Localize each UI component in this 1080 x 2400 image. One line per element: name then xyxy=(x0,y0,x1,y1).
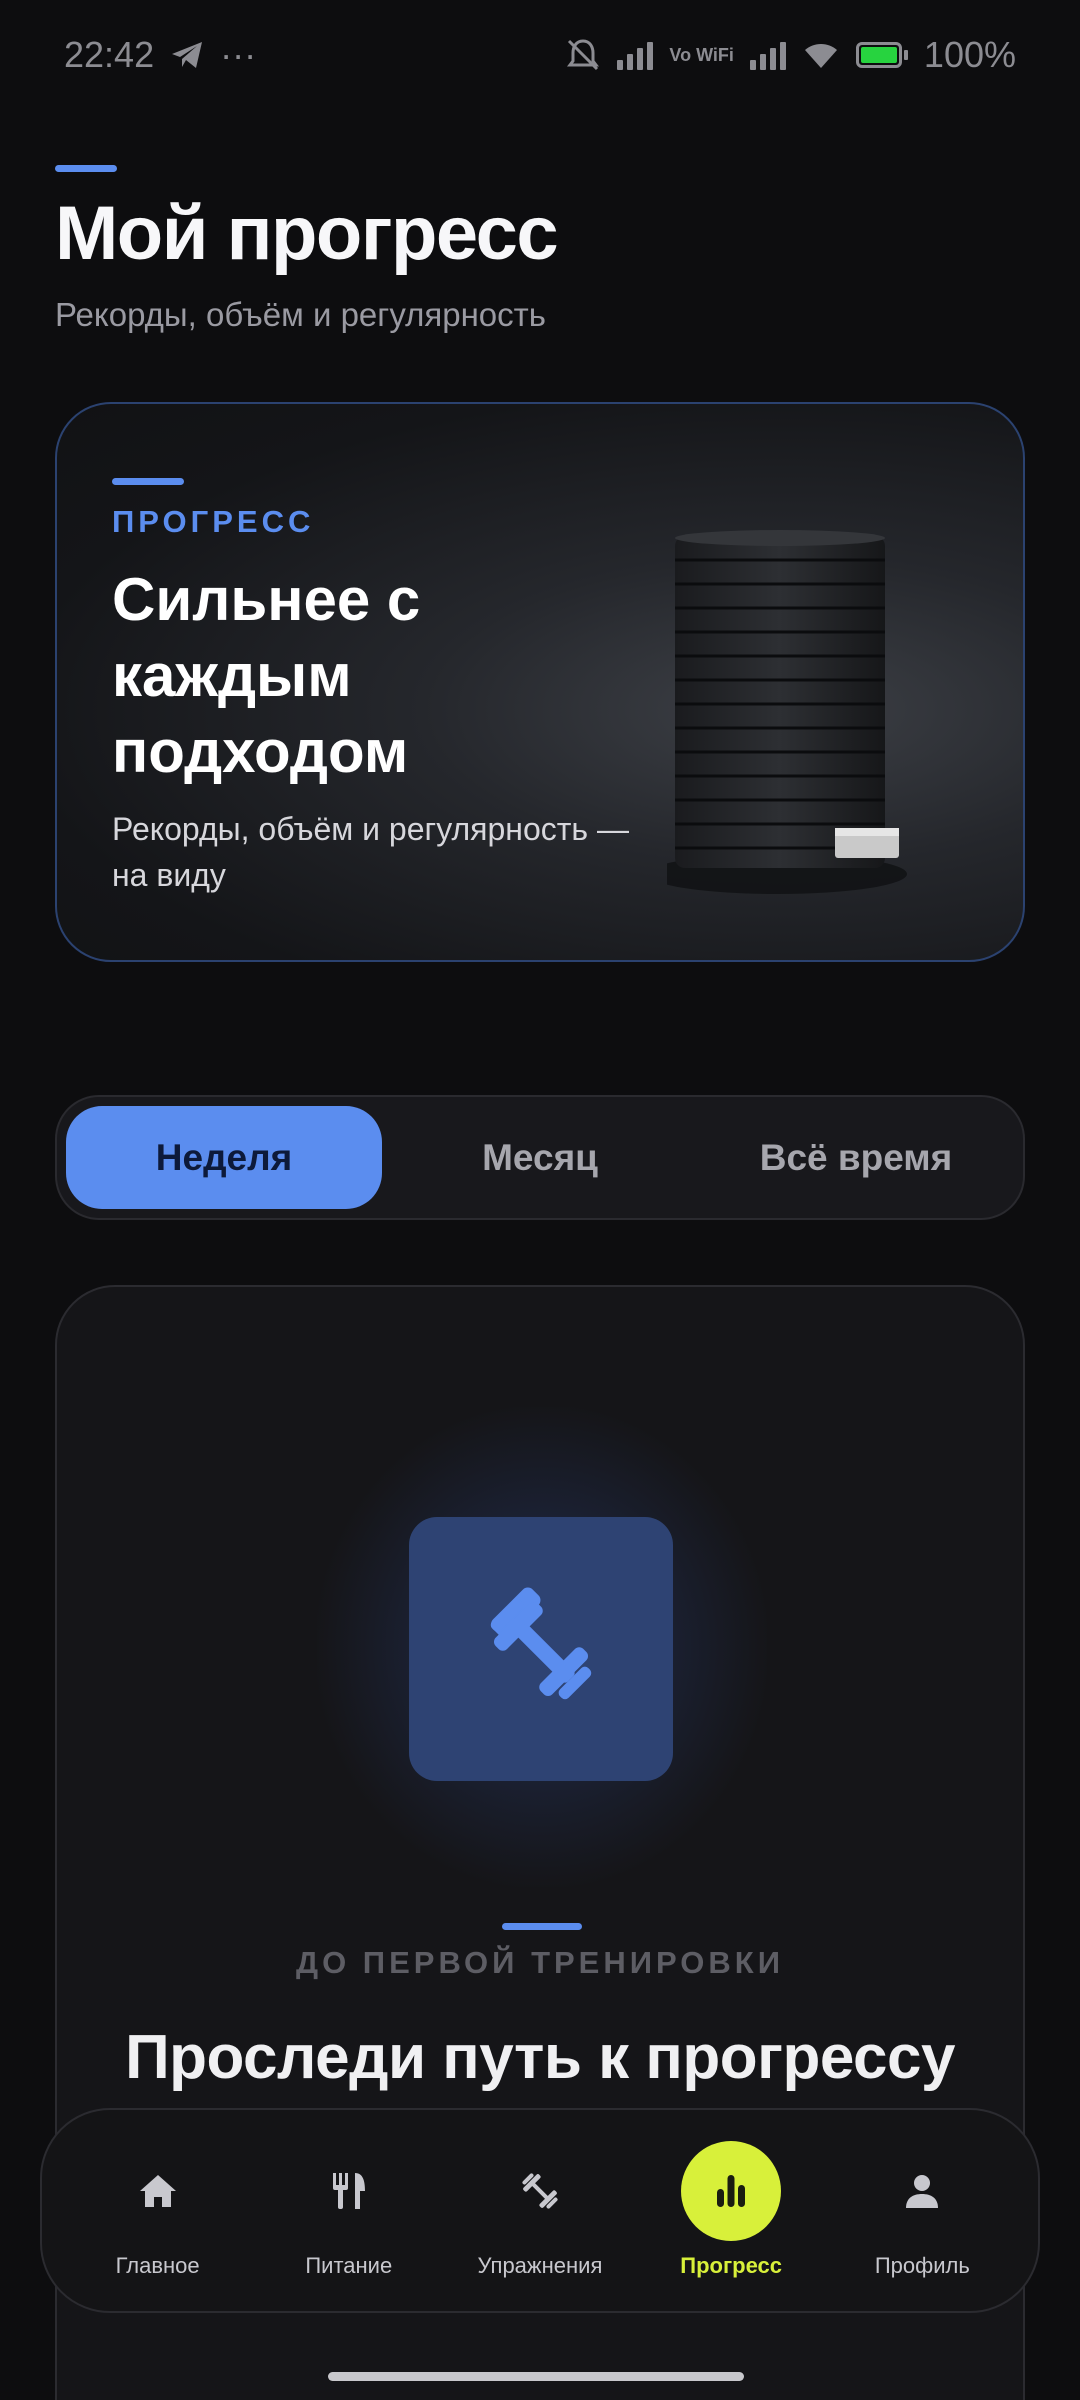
notification-dots: ··· xyxy=(220,34,257,75)
bottom-navigation: Главное Питание Упражнения Прогресс Проф… xyxy=(40,2108,1040,2313)
status-right: Vo WiFi 100% xyxy=(565,34,1016,76)
home-indicator[interactable] xyxy=(328,2372,744,2381)
battery-percent: 100% xyxy=(923,34,1016,75)
page-subtitle: Рекорды, объём и регулярность xyxy=(55,296,546,333)
empty-state-kicker: ДО ПЕРВОЙ ТРЕНИРОВКИ xyxy=(296,1945,784,1980)
nav-item-profile[interactable]: Профиль xyxy=(832,2143,1012,2279)
hero-accent-line xyxy=(112,478,184,485)
nav-item-nutrition[interactable]: Питание xyxy=(259,2143,439,2279)
period-segmented-control: Неделя Месяц Всё время xyxy=(55,1095,1025,1220)
header-accent-line xyxy=(55,165,117,172)
empty-state-icon-tile xyxy=(409,1517,673,1781)
nav-label-home: Главное xyxy=(115,2252,200,2278)
nav-item-exercises[interactable]: Упражнения xyxy=(450,2143,630,2279)
hero-kicker: ПРОГРЕСС xyxy=(112,504,315,539)
tab-all-time[interactable]: Всё время xyxy=(698,1106,1014,1209)
bell-off-icon xyxy=(567,39,600,71)
network-type: Vo WiFi xyxy=(669,45,734,65)
signal-icon-2 xyxy=(749,40,786,70)
battery-icon xyxy=(855,42,908,68)
wifi-icon xyxy=(804,44,837,68)
dumbbell-icon xyxy=(517,2143,563,2239)
status-bar: 22:42 ··· Vo WiFi 100% xyxy=(0,0,1080,110)
nav-label-nutrition: Питание xyxy=(305,2252,393,2278)
person-icon xyxy=(901,2143,943,2239)
hero-banner: ПРОГРЕСС Сильнее с каждым подходом Рекор… xyxy=(55,402,1025,962)
progress-screen: 22:42 ··· Vo WiFi 100% Мой прогресс Реко… xyxy=(0,0,1080,2400)
nav-label-profile: Профиль xyxy=(874,2252,970,2278)
empty-state-accent-line xyxy=(502,1923,582,1930)
tab-month[interactable]: Месяц xyxy=(382,1106,698,1209)
nav-item-progress[interactable]: Прогресс xyxy=(641,2140,821,2279)
weight-plates-image xyxy=(667,530,907,894)
status-time: 22:42 xyxy=(64,34,155,75)
hero-title: Сильнее с каждым подходом xyxy=(112,566,421,785)
nav-label-progress: Прогресс xyxy=(680,2252,783,2278)
nav-label-exercises: Упражнения xyxy=(477,2252,603,2278)
hero-subtitle: Рекорды, объём и регулярность — на виду xyxy=(112,811,629,893)
empty-state-title: Проследи путь к прогрессу xyxy=(125,2023,955,2092)
nav-active-bubble xyxy=(681,2140,782,2241)
dumbbell-icon xyxy=(490,1587,592,1700)
status-left: 22:42 ··· xyxy=(64,34,256,76)
page-title: Мой прогресс xyxy=(55,191,559,276)
fork-knife-icon xyxy=(327,2143,371,2239)
telegram-icon xyxy=(172,42,203,68)
signal-icon xyxy=(617,40,654,70)
bar-chart-icon xyxy=(681,2140,782,2241)
home-icon xyxy=(136,2143,180,2239)
nav-item-home[interactable]: Главное xyxy=(68,2143,248,2279)
tab-week[interactable]: Неделя xyxy=(66,1106,382,1209)
